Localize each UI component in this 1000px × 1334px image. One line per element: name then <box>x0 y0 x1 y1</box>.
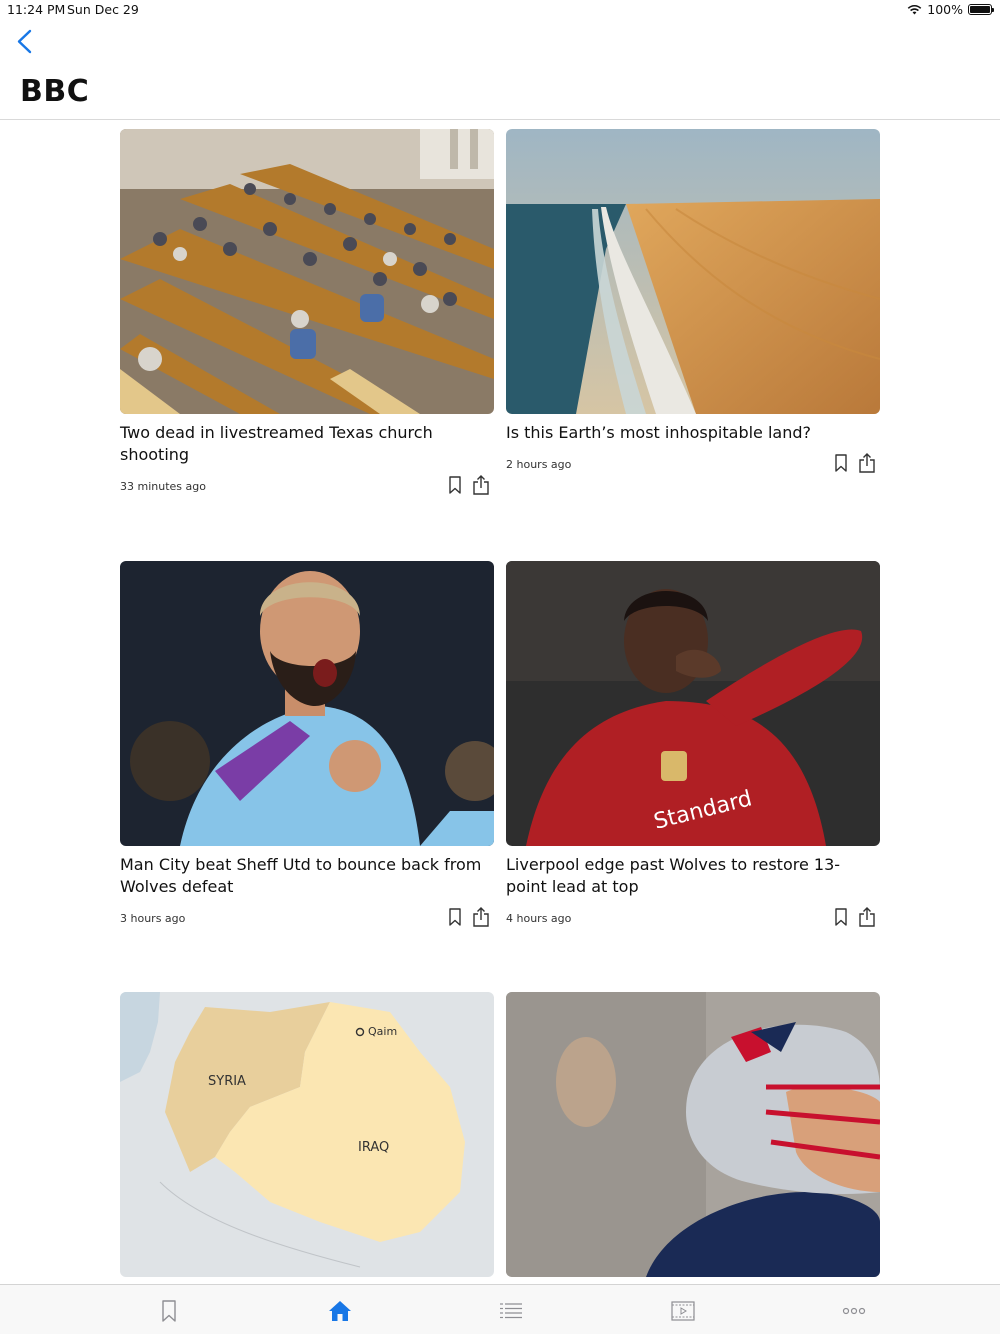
back-button[interactable] <box>14 28 38 56</box>
bookmark-icon <box>449 908 461 926</box>
article-title[interactable]: Liverpool edge past Wolves to restore 13… <box>506 854 880 898</box>
article-card[interactable]: Standard Liverpool edge past Wolves to r… <box>506 561 880 930</box>
article-actions <box>446 474 490 496</box>
article-image-footballer-city[interactable] <box>120 561 494 846</box>
share-icon <box>473 907 489 927</box>
battery-percent: 100% <box>927 2 963 17</box>
article-image-church[interactable] <box>120 129 494 414</box>
share-button[interactable] <box>858 452 876 474</box>
article-meta: 3 hours ago <box>120 906 494 930</box>
video-icon <box>671 1301 695 1321</box>
article-meta: 33 minutes ago <box>120 474 494 498</box>
map-label-qaim: Qaim <box>368 1025 397 1038</box>
share-icon <box>859 907 875 927</box>
tab-home[interactable] <box>325 1298 355 1324</box>
status-date: Sun Dec 29 <box>67 2 139 17</box>
bookmark-icon <box>835 454 847 472</box>
article-card[interactable]: Two dead in livestreamed Texas church sh… <box>120 129 494 498</box>
status-indicators: 100% <box>907 2 994 17</box>
share-button[interactable] <box>472 906 490 928</box>
share-icon <box>859 453 875 473</box>
home-icon <box>329 1301 351 1321</box>
bookmark-icon <box>835 908 847 926</box>
article-actions <box>832 452 876 474</box>
chevron-left-icon <box>17 29 32 54</box>
article-image-footballer-liverpool[interactable]: Standard <box>506 561 880 846</box>
article-title[interactable]: Is this Earth’s most inhospitable land? <box>506 422 880 444</box>
tab-bar <box>0 1284 1000 1334</box>
bookmark-button[interactable] <box>446 906 464 928</box>
share-button[interactable] <box>858 906 876 928</box>
bookmark-icon <box>449 476 461 494</box>
tab-list[interactable] <box>496 1298 526 1324</box>
article-card[interactable]: Man City beat Sheff Utd to bounce back f… <box>120 561 494 930</box>
article-timestamp: 3 hours ago <box>120 912 186 925</box>
list-icon <box>500 1303 522 1319</box>
article-grid: Two dead in livestreamed Texas church sh… <box>0 121 1000 1284</box>
article-timestamp: 33 minutes ago <box>120 480 206 493</box>
battery-icon <box>968 4 994 15</box>
article-card[interactable]: Is this Earth’s most inhospitable land? … <box>506 129 880 476</box>
more-icon <box>842 1307 866 1315</box>
article-image-desert[interactable] <box>506 129 880 414</box>
status-bar: 11:24 PM Sun Dec 29 100% <box>0 0 1000 20</box>
page-title: BBC <box>20 74 90 109</box>
article-meta: 2 hours ago <box>506 452 880 476</box>
wifi-icon <box>907 4 922 15</box>
tab-more[interactable] <box>839 1298 869 1324</box>
map-label-iraq: IRAQ <box>358 1140 389 1155</box>
article-image-american-football[interactable] <box>506 992 880 1277</box>
bookmark-button[interactable] <box>446 474 464 496</box>
article-card[interactable]: SYRIA IRAQ Qaim <box>120 992 494 1277</box>
tab-bookmarks[interactable] <box>154 1298 184 1324</box>
share-button[interactable] <box>472 474 490 496</box>
tab-video[interactable] <box>668 1298 698 1324</box>
article-actions <box>832 906 876 928</box>
article-actions <box>446 906 490 928</box>
map-label-syria: SYRIA <box>208 1074 246 1089</box>
article-image-map[interactable]: SYRIA IRAQ Qaim <box>120 992 494 1277</box>
article-title[interactable]: Two dead in livestreamed Texas church sh… <box>120 422 494 466</box>
article-timestamp: 2 hours ago <box>506 458 572 471</box>
bookmark-button[interactable] <box>832 452 850 474</box>
article-meta: 4 hours ago <box>506 906 880 930</box>
article-timestamp: 4 hours ago <box>506 912 572 925</box>
share-icon <box>473 475 489 495</box>
bookmark-button[interactable] <box>832 906 850 928</box>
article-card[interactable] <box>506 992 880 1277</box>
bookmark-icon <box>162 1300 176 1322</box>
article-title[interactable]: Man City beat Sheff Utd to bounce back f… <box>120 854 494 898</box>
navigation-bar: BBC <box>0 20 1000 120</box>
status-time: 11:24 PM <box>7 2 66 17</box>
